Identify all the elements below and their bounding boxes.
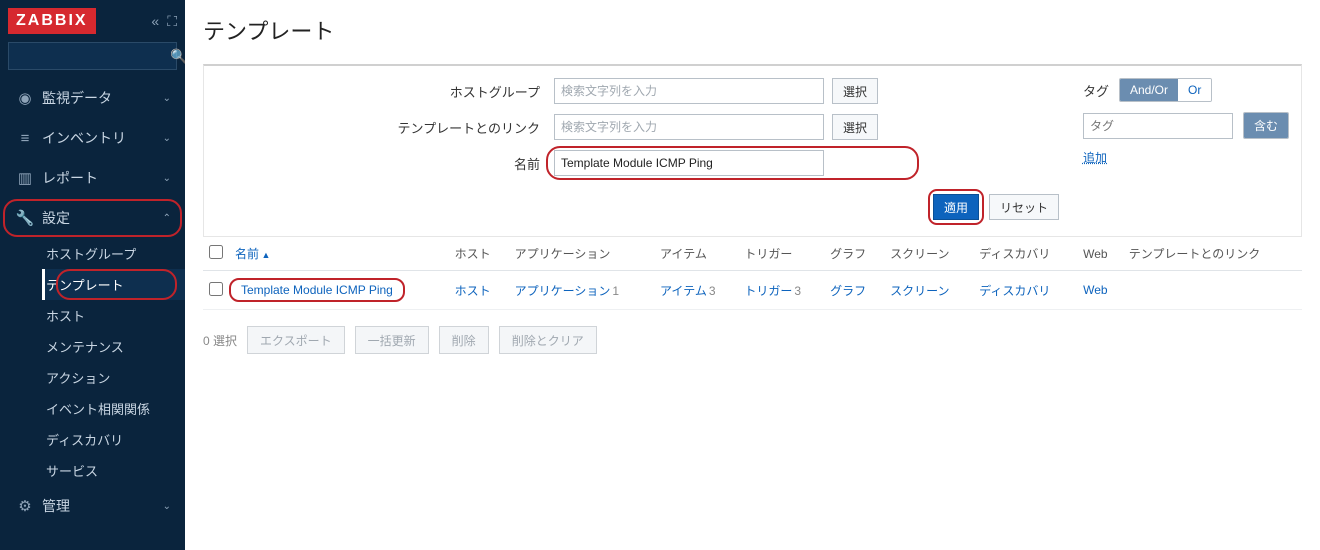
sub-maintenance[interactable]: メンテナンス — [42, 331, 185, 362]
sub-correlation[interactable]: イベント相関関係 — [42, 393, 185, 424]
tag-match-segment[interactable]: 含む — [1243, 112, 1289, 139]
chevron-down-icon: ⌄ — [163, 173, 171, 184]
table-row: Template Module ICMP Ping ホスト アプリケーション1 … — [203, 271, 1302, 310]
sub-discovery[interactable]: ディスカバリ — [42, 424, 185, 455]
nav-admin[interactable]: ⚙ 管理 ⌄ — [0, 486, 185, 526]
col-items[interactable]: アイテム — [654, 237, 738, 271]
graphs-link[interactable]: グラフ — [830, 284, 866, 298]
tag-add-link[interactable]: 追加 — [1083, 151, 1107, 165]
brand-logo[interactable]: ZABBIX — [8, 8, 96, 34]
nav-label: 設定 — [42, 208, 70, 228]
name-input[interactable] — [554, 150, 824, 176]
fullscreen-icon[interactable]: ⛶ — [167, 13, 177, 30]
filter-panel: ホストグループ 選択 テンプレートとのリンク 選択 名前 適用 リセット タグ — [203, 64, 1302, 237]
label-hostgroup: ホストグループ — [216, 82, 546, 101]
wrench-icon: 🔧 — [14, 209, 36, 227]
nav-label: インベントリ — [42, 128, 126, 148]
chevron-down-icon: ⌄ — [163, 93, 171, 104]
apply-button[interactable]: 適用 — [933, 194, 979, 220]
reset-button[interactable]: リセット — [989, 194, 1059, 220]
label-tag: タグ — [1083, 81, 1109, 100]
chevron-down-icon: ⌄ — [163, 501, 171, 512]
col-triggers[interactable]: トリガー — [738, 237, 824, 271]
nav-settings[interactable]: 🔧 設定 ⌃ — [0, 198, 185, 238]
tag-mode-segment[interactable]: And/Or Or — [1119, 78, 1212, 102]
col-name[interactable]: 名前 — [229, 237, 449, 271]
apps-link[interactable]: アプリケーション — [515, 284, 611, 298]
col-screens[interactable]: スクリーン — [884, 237, 973, 271]
col-apps[interactable]: アプリケーション — [509, 237, 654, 271]
page-title: テンプレート — [185, 0, 1320, 64]
nav-inventory[interactable]: ≡ インベントリ ⌄ — [0, 118, 185, 158]
list-icon: ≡ — [14, 130, 36, 147]
collapse-icon[interactable]: « — [151, 13, 159, 30]
sub-hosts[interactable]: ホスト — [42, 300, 185, 331]
tag-input[interactable] — [1083, 113, 1233, 139]
linked-input[interactable] — [554, 114, 824, 140]
chevron-down-icon: ⌄ — [163, 133, 171, 144]
deleteclear-button[interactable]: 削除とクリア — [499, 326, 597, 354]
sidebar-search: 🔍 — [0, 42, 185, 78]
sub-services[interactable]: サービス — [42, 455, 185, 486]
nav-label: 監視データ — [42, 88, 112, 108]
massupdate-button[interactable]: 一括更新 — [355, 326, 429, 354]
eye-icon: ◉ — [14, 89, 36, 107]
bulk-footer: 0 選択 エクスポート 一括更新 削除 削除とクリア — [185, 310, 1320, 370]
col-linked[interactable]: テンプレートとのリンク — [1123, 237, 1302, 271]
nav-label: 管理 — [42, 496, 70, 516]
linked-select-button[interactable]: 選択 — [832, 114, 878, 140]
delete-button[interactable]: 削除 — [439, 326, 489, 354]
sub-actions[interactable]: アクション — [42, 362, 185, 393]
seg-contain[interactable]: 含む — [1244, 113, 1288, 138]
nav-reports[interactable]: ▥ レポート ⌄ — [0, 158, 185, 198]
search-input[interactable] — [15, 49, 170, 63]
seg-or[interactable]: Or — [1178, 79, 1211, 101]
sidebar-header: ZABBIX « ⛶ — [0, 0, 185, 42]
bars-icon: ▥ — [14, 169, 36, 187]
export-button[interactable]: エクスポート — [247, 326, 345, 354]
chevron-up-icon: ⌃ — [163, 213, 171, 224]
nav-settings-sub: ホストグループ テンプレート ホスト メンテナンス アクション イベント相関関係… — [0, 238, 185, 486]
sub-hostgroups[interactable]: ホストグループ — [42, 238, 185, 269]
template-name-link[interactable]: Template Module ICMP Ping — [241, 283, 393, 297]
screens-link[interactable]: スクリーン — [890, 284, 949, 298]
hostgroup-select-button[interactable]: 選択 — [832, 78, 878, 104]
col-discovery[interactable]: ディスカバリ — [973, 237, 1077, 271]
hostgroup-input[interactable] — [554, 78, 824, 104]
discovery-link[interactable]: ディスカバリ — [979, 284, 1050, 298]
col-hosts[interactable]: ホスト — [449, 237, 509, 271]
nav-label: レポート — [42, 168, 98, 188]
web-link[interactable]: Web — [1083, 283, 1107, 297]
row-checkbox[interactable] — [209, 282, 223, 296]
sub-templates[interactable]: テンプレート — [42, 269, 185, 300]
templates-table: 名前 ホスト アプリケーション アイテム トリガー グラフ スクリーン ディスカ… — [203, 237, 1302, 310]
main: テンプレート ホストグループ 選択 テンプレートとのリンク 選択 名前 適用 リ… — [185, 0, 1320, 550]
selected-count: 0 選択 — [203, 332, 237, 349]
items-link[interactable]: アイテム — [660, 284, 707, 298]
nav-monitor[interactable]: ◉ 監視データ ⌄ — [0, 78, 185, 118]
col-web[interactable]: Web — [1077, 237, 1123, 271]
label-linked: テンプレートとのリンク — [216, 118, 546, 137]
col-graphs[interactable]: グラフ — [824, 237, 884, 271]
seg-andor[interactable]: And/Or — [1120, 79, 1178, 101]
hosts-link[interactable]: ホスト — [455, 284, 491, 298]
label-name: 名前 — [216, 154, 546, 173]
sidebar: ZABBIX « ⛶ 🔍 ◉ 監視データ ⌄ ≡ インベントリ ⌄ ▥ レポート… — [0, 0, 185, 550]
gear-icon: ⚙ — [14, 497, 36, 515]
select-all-checkbox[interactable] — [209, 245, 223, 259]
triggers-link[interactable]: トリガー — [744, 284, 792, 298]
table-area: 名前 ホスト アプリケーション アイテム トリガー グラフ スクリーン ディスカ… — [185, 237, 1320, 310]
